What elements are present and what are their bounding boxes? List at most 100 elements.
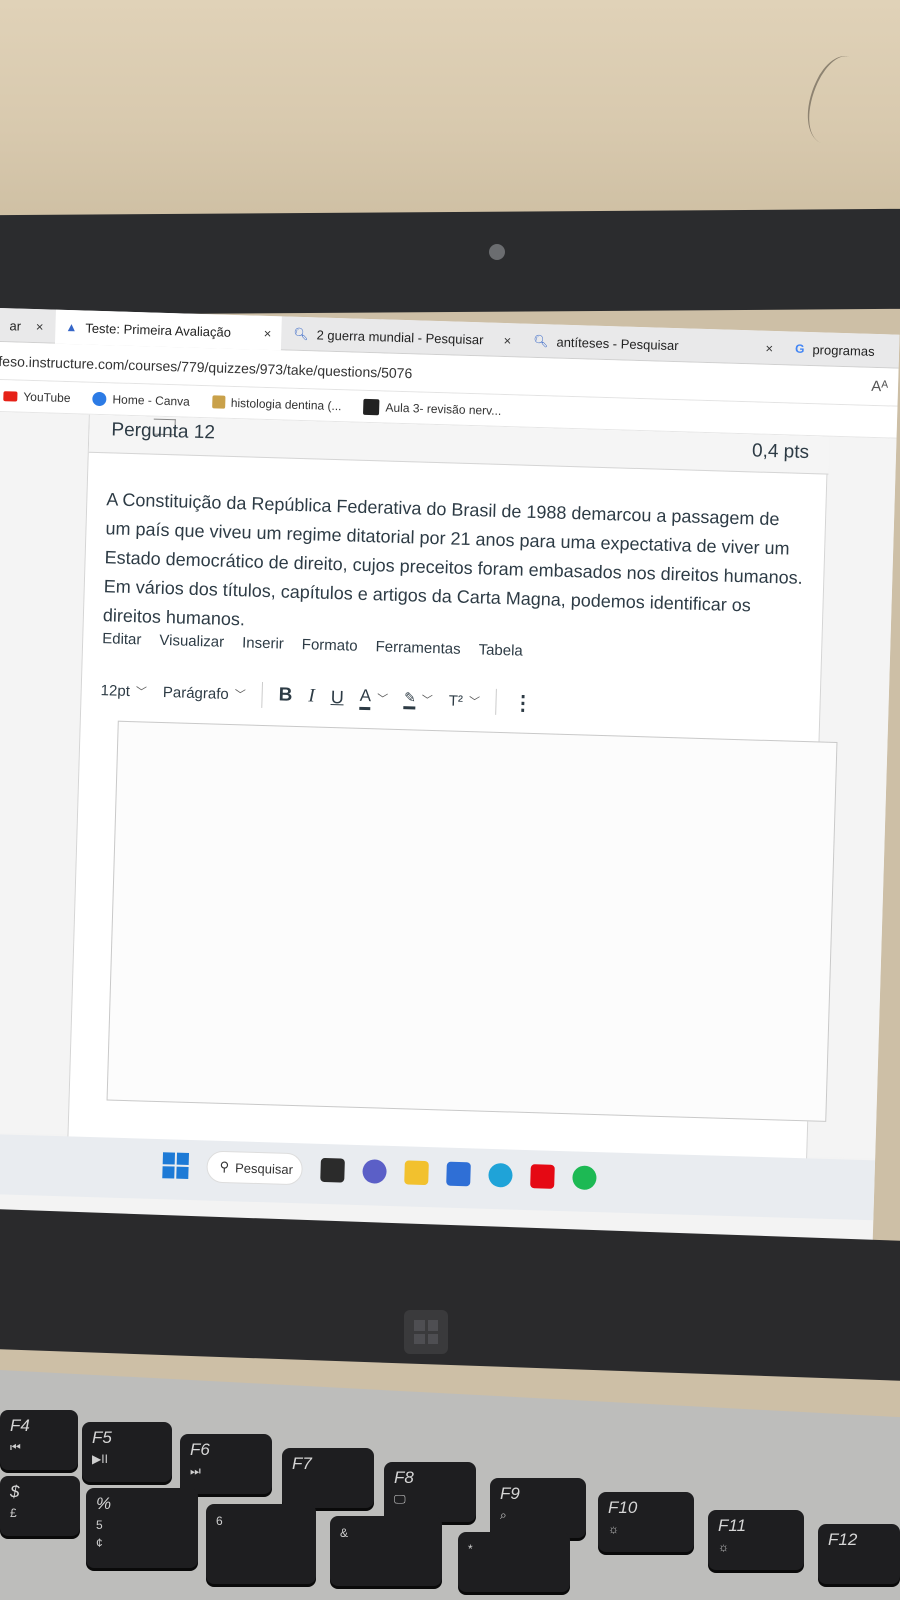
bookmark-youtube[interactable]: YouTube xyxy=(3,389,71,405)
chevron-down-icon: ﹀ xyxy=(468,696,481,709)
menu-formato[interactable]: Formato xyxy=(302,636,358,655)
key-sublabel: 6 xyxy=(216,1514,223,1528)
reader-mode-icon[interactable]: Aᴬ xyxy=(871,378,888,395)
menu-tabela[interactable]: Tabela xyxy=(478,641,523,659)
bookmark-aula[interactable]: Aula 3- revisão nerv... xyxy=(363,398,501,418)
question-title: Pergunta 12 xyxy=(111,419,216,444)
font-size-select[interactable]: 12pt ﹀ xyxy=(100,682,147,700)
close-icon[interactable]: × xyxy=(765,340,773,355)
key-sublabel: £ xyxy=(10,1506,17,1520)
tab-label: ar xyxy=(9,317,22,334)
google-icon: G xyxy=(794,341,805,356)
play-pause-icon: ▶II xyxy=(92,1452,108,1466)
taskbar-search-label: Pesquisar xyxy=(234,1159,294,1177)
windows-logo-icon xyxy=(404,1310,448,1354)
page-favicon-icon xyxy=(211,395,226,409)
taskbar-search[interactable]: ⚲ Pesquisar xyxy=(206,1150,304,1186)
bookmark-label: YouTube xyxy=(23,389,71,405)
canvas-favicon-icon: ▲ xyxy=(65,319,78,335)
key-4[interactable]: $ £ xyxy=(0,1476,80,1536)
close-icon[interactable]: × xyxy=(264,325,272,340)
text-color-icon: A xyxy=(359,685,372,711)
teams-icon[interactable] xyxy=(362,1159,387,1184)
key-sublabel: ¢ xyxy=(96,1536,103,1550)
youtube-icon xyxy=(3,390,18,402)
font-size-value: 12pt xyxy=(100,681,131,700)
key-f9[interactable]: F9 ⌕ xyxy=(490,1478,586,1538)
spotify-icon[interactable] xyxy=(572,1165,597,1191)
key-f11[interactable]: F11 ☼ xyxy=(708,1510,804,1570)
task-view-icon[interactable] xyxy=(320,1157,345,1183)
bookmark-label: histologia dentina (... xyxy=(230,395,342,413)
edge-icon[interactable] xyxy=(488,1162,513,1188)
key-f7[interactable]: F7 xyxy=(282,1448,374,1508)
rewind-icon: ⏮ xyxy=(10,1440,21,1454)
key-f4[interactable]: F4 ⏮ xyxy=(0,1410,78,1470)
taskbar-icons: ⚲ Pesquisar xyxy=(162,1149,597,1194)
tab-label: antíteses - Pesquisar xyxy=(556,334,679,353)
webcam xyxy=(489,244,505,260)
key-sublabel: * xyxy=(468,1542,473,1556)
bookmark-label: Aula 3- revisão nerv... xyxy=(385,399,502,418)
block-format-select[interactable]: Parágrafo ﹀ xyxy=(163,684,246,703)
bold-button[interactable]: B xyxy=(278,684,292,706)
key-8[interactable]: * xyxy=(458,1532,570,1592)
more-options-icon[interactable]: ⋮ xyxy=(513,690,534,716)
windows-start-icon[interactable] xyxy=(162,1152,190,1179)
tab-google-programas[interactable]: G programas xyxy=(785,331,900,368)
key-sublabel: 5 xyxy=(96,1518,103,1532)
fast-forward-icon: ⏭ xyxy=(190,1464,201,1478)
block-format-value: Parágrafo xyxy=(162,683,229,703)
superscript-icon: T² xyxy=(448,691,464,710)
search-icon: 🔍︎ xyxy=(533,333,549,349)
key-f8[interactable]: F8 🖵 xyxy=(384,1462,476,1522)
chevron-down-icon: ﹀ xyxy=(234,689,246,702)
menu-editar[interactable]: Editar xyxy=(102,630,142,648)
chevron-down-icon: ﹀ xyxy=(421,694,433,708)
key-label: F9 xyxy=(500,1484,520,1503)
key-f10[interactable]: F10 ☼ xyxy=(598,1492,694,1552)
key-label: F10 xyxy=(608,1498,638,1517)
microsoft-store-icon[interactable] xyxy=(446,1161,471,1187)
menu-inserir[interactable]: Inserir xyxy=(242,634,284,652)
key-f6[interactable]: F6 ⏭ xyxy=(180,1434,272,1494)
question-text: A Constituição da República Federativa d… xyxy=(102,489,804,630)
superscript-button[interactable]: T² ﹀ xyxy=(449,692,481,710)
quiz-page: Pergunta 12 0,4 pts A Constituição da Re… xyxy=(0,411,897,1197)
close-icon[interactable]: × xyxy=(503,332,511,347)
canva-icon xyxy=(92,391,107,406)
key-label: F7 xyxy=(292,1454,312,1473)
file-explorer-icon[interactable] xyxy=(404,1160,429,1186)
menu-ferramentas[interactable]: Ferramentas xyxy=(375,638,460,658)
laptop-top-bezel xyxy=(0,208,900,316)
key-7[interactable]: & xyxy=(330,1516,442,1586)
tab-label: 2 guerra mundial - Pesquisar xyxy=(316,326,484,347)
tab-label: programas xyxy=(812,341,875,359)
search-icon: 🔍︎ xyxy=(293,326,309,342)
netflix-icon[interactable] xyxy=(530,1164,555,1189)
underline-button[interactable]: U xyxy=(330,686,344,707)
key-5[interactable]: % 5 ¢ xyxy=(86,1488,198,1568)
key-label: F12 xyxy=(828,1530,858,1549)
search-icon: ⚲ xyxy=(219,1158,230,1175)
chevron-down-icon: ﹀ xyxy=(376,693,389,706)
menu-visualizar[interactable]: Visualizar xyxy=(159,632,224,651)
keyboard: F4 ⏮ F5 ▶II F6 ⏭ F7 F8 🖵 F9 ⌕ F10 ☼ F11 … xyxy=(0,1400,900,1600)
key-6[interactable]: 6 xyxy=(206,1504,316,1584)
bookmark-histologia[interactable]: histologia dentina (... xyxy=(211,395,342,413)
highlighter-icon: ✎ xyxy=(403,689,417,710)
tab-partial[interactable]: ar × xyxy=(0,308,54,344)
key-f12[interactable]: F12 xyxy=(818,1524,900,1584)
close-icon[interactable]: × xyxy=(36,319,44,334)
key-label: F8 xyxy=(394,1468,414,1487)
italic-button[interactable]: I xyxy=(308,685,315,707)
bookmark-canva[interactable]: Home - Canva xyxy=(92,391,190,408)
page-favicon-icon xyxy=(363,398,380,415)
text-color-button[interactable]: A ﹀ xyxy=(359,685,389,711)
highlight-color-button[interactable]: ✎ ﹀ xyxy=(403,689,433,710)
answer-editor[interactable] xyxy=(106,720,838,1122)
url-text[interactable]: feso.instructure.com/courses/779/quizzes… xyxy=(0,352,413,380)
brightness-up-icon: ☼ xyxy=(718,1540,729,1554)
key-f5[interactable]: F5 ▶II xyxy=(82,1422,172,1482)
question-points: 0,4 pts xyxy=(751,440,810,464)
